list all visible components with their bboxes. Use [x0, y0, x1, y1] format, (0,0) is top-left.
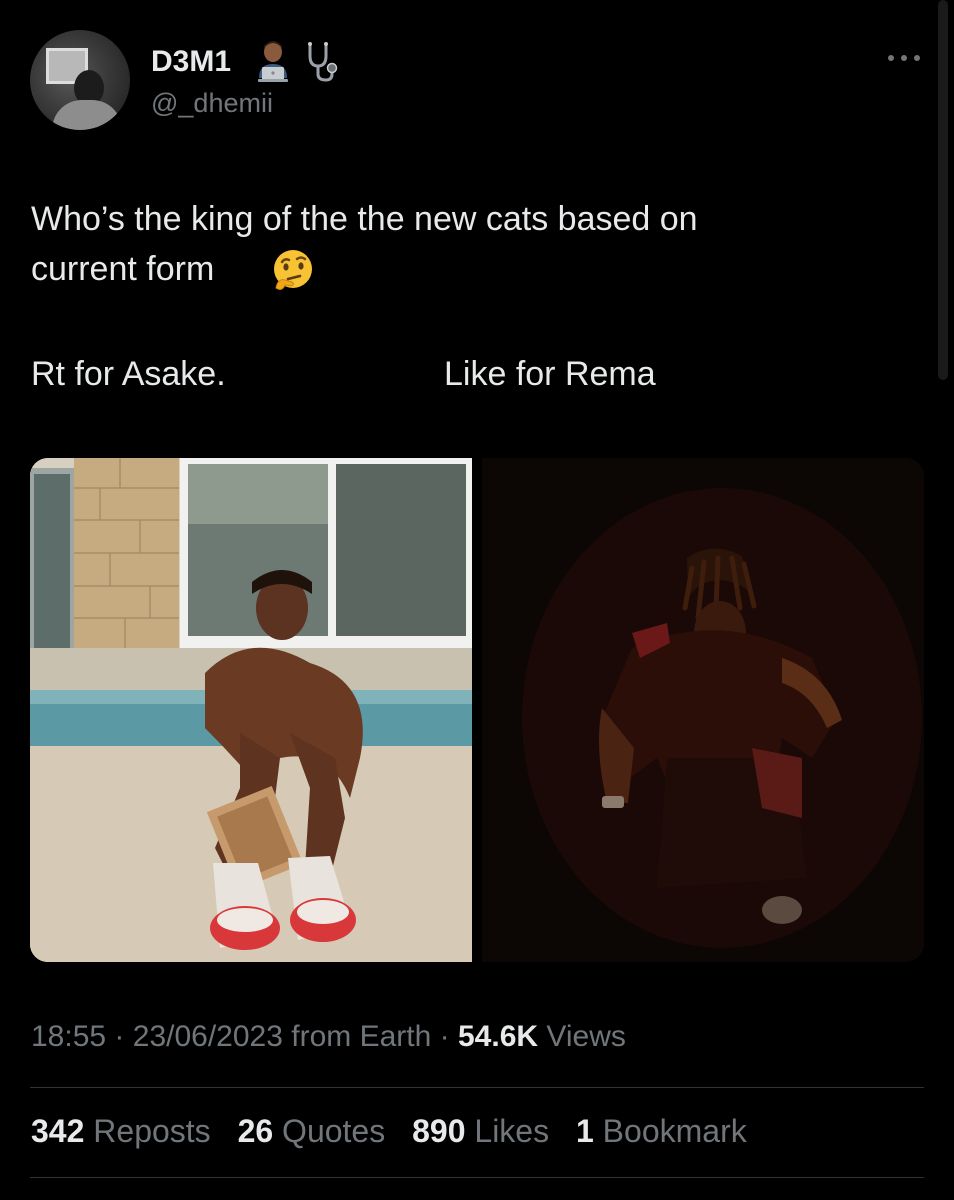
reposts-label: Reposts [93, 1113, 211, 1149]
bookmarks-label: Bookmark [602, 1113, 747, 1149]
tweet-metadata: 18:55 · 23/06/2023 from Earth · 54.6K Vi… [31, 1020, 626, 1054]
reposts-count: 342 [31, 1113, 85, 1149]
photo-asake[interactable] [30, 458, 472, 962]
scrollbar[interactable] [938, 0, 948, 380]
author-display-name[interactable]: D3M1 [151, 45, 231, 79]
separator-dot: · [439, 1020, 450, 1053]
quotes-link[interactable]: 26 Quotes [238, 1113, 386, 1149]
media-grid[interactable] [30, 458, 924, 962]
reposts-link[interactable]: 342 Reposts [31, 1113, 211, 1149]
photo-rema[interactable] [482, 458, 924, 962]
engagement-stats: 342 Reposts 26 Quotes 890 Likes 1 Bookma… [31, 1113, 765, 1150]
tweet-date[interactable]: 23/06/2023 [133, 1020, 283, 1053]
tweet-source: from Earth [291, 1020, 432, 1053]
likes-label: Likes [474, 1113, 550, 1149]
divider [30, 1177, 924, 1178]
avatar-body-detail [52, 100, 122, 130]
tweet-time[interactable]: 18:55 [31, 1020, 106, 1053]
thinking-face-emoji [274, 250, 312, 290]
tweet-text-line1: Who’s the king of the the new cats based… [31, 200, 698, 238]
more-dots-icon[interactable] [888, 53, 922, 65]
poll-option-retweet: Rt for Asake. [31, 355, 226, 393]
stethoscope-emoji [308, 42, 338, 82]
quotes-count: 26 [237, 1113, 274, 1149]
quotes-label: Quotes [282, 1113, 386, 1149]
tweet-text-line2: current form [31, 250, 215, 288]
author-avatar[interactable] [30, 30, 130, 130]
bookmarks-link[interactable]: 1 Bookmark [576, 1113, 747, 1149]
poll-option-like: Like for Rema [444, 355, 656, 393]
divider [30, 1087, 924, 1088]
views-label: Views [546, 1020, 626, 1053]
likes-count: 890 [412, 1113, 466, 1149]
man-technologist-emoji [258, 41, 288, 82]
likes-link[interactable]: 890 Likes [412, 1113, 549, 1149]
author-handle[interactable]: @_dhemii [151, 88, 273, 119]
bookmarks-count: 1 [575, 1113, 594, 1149]
separator-dot: · [114, 1020, 125, 1053]
views-count: 54.6K [458, 1020, 539, 1053]
